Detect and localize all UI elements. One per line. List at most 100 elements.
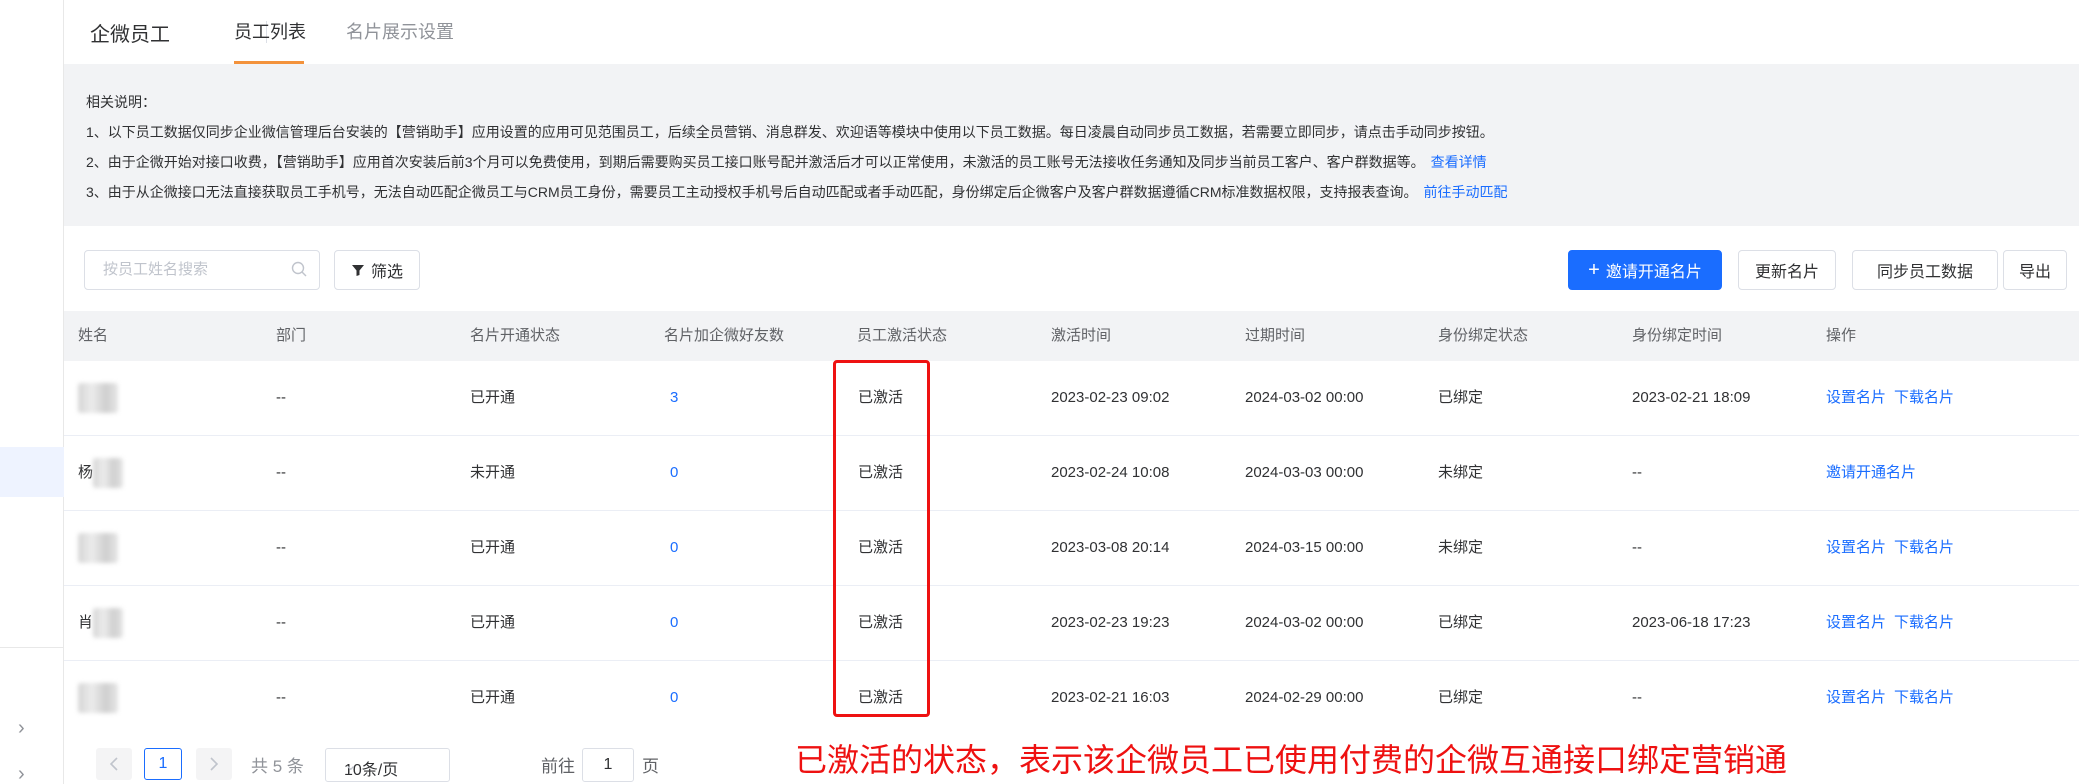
notice-line-1: 1、以下员工数据仅同步企业微信管理后台安装的【营销助手】应用设置的应用可见范围员… xyxy=(86,124,1494,140)
col-name: 姓名 xyxy=(78,327,109,344)
chevron-right-icon xyxy=(210,757,219,771)
page-size-select[interactable]: 10条/页 ⌄ xyxy=(325,748,450,782)
table-header: 姓名 部门 名片开通状态 名片加企微好友数 员工激活状态 激活时间 过期时间 身… xyxy=(64,311,2079,361)
friend-count-link[interactable]: 3 xyxy=(670,361,678,435)
bind-status-cell: 未绑定 xyxy=(1438,539,1484,556)
table-row: 杨 -- 未开通 0 已激活 2023-02-24 10:08 2024-03-… xyxy=(64,436,2079,511)
annotation-text: 已激活的状态，表示该企微员工已使用付费的企微互通接口绑定营销通 xyxy=(795,742,1788,778)
chevron-left-icon xyxy=(109,757,118,771)
col-department: 部门 xyxy=(276,327,307,344)
total-count: 共 5 条 xyxy=(251,757,304,776)
card-status-cell: 已开通 xyxy=(470,539,516,556)
update-card-button[interactable]: 更新名片 xyxy=(1738,250,1836,290)
page-number-1[interactable]: 1 xyxy=(144,748,182,780)
bind-status-cell: 已绑定 xyxy=(1438,389,1484,406)
tab-card-display-settings[interactable]: 名片展示设置 xyxy=(346,18,454,44)
download-card-link[interactable]: 下载名片 xyxy=(1894,511,1954,585)
friend-count-link[interactable]: 0 xyxy=(670,586,678,660)
bind-time-cell: -- xyxy=(1632,539,1642,556)
table-row: 肖 -- 已开通 0 已激活 2023-02-23 19:23 2024-03-… xyxy=(64,586,2079,661)
department-cell: -- xyxy=(276,464,286,481)
search-icon[interactable] xyxy=(291,261,307,277)
invite-card-button[interactable]: + 邀请开通名片 xyxy=(1568,250,1722,290)
card-status-cell: 未开通 xyxy=(470,464,516,481)
set-card-link[interactable]: 设置名片 xyxy=(1826,661,1886,735)
expires-at-cell: 2024-03-15 00:00 xyxy=(1245,539,1364,556)
employee-name xyxy=(78,511,118,585)
blurred-name xyxy=(78,683,118,714)
col-activated-at: 激活时间 xyxy=(1051,327,1112,344)
friend-count-link[interactable]: 0 xyxy=(670,661,678,735)
sync-employee-button[interactable]: 同步员工数据 xyxy=(1852,250,1998,290)
set-card-link[interactable]: 设置名片 xyxy=(1826,586,1886,660)
col-friend-count: 名片加企微好友数 xyxy=(664,327,785,344)
bind-time-cell: -- xyxy=(1632,464,1642,481)
col-card-status: 名片开通状态 xyxy=(470,327,561,344)
rail-divider xyxy=(0,647,64,648)
expires-at-cell: 2024-03-02 00:00 xyxy=(1245,389,1364,406)
next-page-button[interactable] xyxy=(196,748,232,780)
friend-count-link[interactable]: 0 xyxy=(670,511,678,585)
search-box xyxy=(84,250,320,290)
set-card-link[interactable]: 设置名片 xyxy=(1826,511,1886,585)
col-bind-time: 身份绑定时间 xyxy=(1632,327,1723,344)
employee-name: 肖 xyxy=(78,586,124,660)
manual-match-link[interactable]: 前往手动匹配 xyxy=(1424,184,1508,200)
card-status-cell: 已开通 xyxy=(470,689,516,706)
activated-at-cell: 2023-02-23 09:02 xyxy=(1051,389,1170,406)
rail-selected-item[interactable] xyxy=(0,447,64,497)
employee-name xyxy=(78,361,118,435)
goto-prefix: 前往 xyxy=(541,757,575,776)
activated-at-cell: 2023-03-08 20:14 xyxy=(1051,539,1170,556)
bind-status-cell: 已绑定 xyxy=(1438,689,1484,706)
page-title: 企微员工 xyxy=(90,24,170,46)
employee-name xyxy=(78,661,118,735)
notice-title: 相关说明： xyxy=(86,94,156,110)
bind-time-cell: 2023-02-21 18:09 xyxy=(1632,389,1751,406)
invite-card-link[interactable]: 邀请开通名片 xyxy=(1826,436,1916,510)
plus-icon: + xyxy=(1588,258,1600,281)
goto-page-input[interactable]: 1 xyxy=(582,748,634,782)
card-status-cell: 已开通 xyxy=(470,389,516,406)
bind-status-cell: 已绑定 xyxy=(1438,614,1484,631)
chevron-right-icon[interactable]: › xyxy=(18,718,25,738)
chevron-right-icon[interactable]: › xyxy=(18,764,25,784)
download-card-link[interactable]: 下载名片 xyxy=(1894,661,1954,735)
activated-at-cell: 2023-02-23 19:23 xyxy=(1051,614,1170,631)
expires-at-cell: 2024-02-29 00:00 xyxy=(1245,689,1364,706)
export-button[interactable]: 导出 xyxy=(2003,250,2067,290)
set-card-link[interactable]: 设置名片 xyxy=(1826,361,1886,435)
department-cell: -- xyxy=(276,539,286,556)
search-input[interactable] xyxy=(103,251,293,287)
chevron-down-icon: ⌄ xyxy=(344,757,358,774)
blurred-name xyxy=(93,608,124,639)
activated-at-cell: 2023-02-21 16:03 xyxy=(1051,689,1170,706)
department-cell: -- xyxy=(276,689,286,706)
col-actions: 操作 xyxy=(1826,327,1857,344)
filter-icon xyxy=(351,263,365,277)
goto-suffix: 页 xyxy=(642,757,659,776)
employee-name: 杨 xyxy=(78,436,124,510)
activated-at-cell: 2023-02-24 10:08 xyxy=(1051,464,1170,481)
bind-time-cell: 2023-06-18 17:23 xyxy=(1632,614,1751,631)
top-header: 企微员工 员工列表 名片展示设置 xyxy=(64,0,2079,64)
table-row: -- 已开通 0 已激活 2023-02-21 16:03 2024-02-29… xyxy=(64,661,2079,736)
expires-at-cell: 2024-03-02 00:00 xyxy=(1245,614,1364,631)
col-activation-status: 员工激活状态 xyxy=(857,327,948,344)
friend-count-link[interactable]: 0 xyxy=(670,436,678,510)
filter-button[interactable]: 筛选 xyxy=(334,250,420,290)
table-row: -- 已开通 0 已激活 2023-03-08 20:14 2024-03-15… xyxy=(64,511,2079,586)
blurred-name xyxy=(93,458,124,489)
bind-time-cell: -- xyxy=(1632,689,1642,706)
col-expires-at: 过期时间 xyxy=(1245,327,1306,344)
view-details-link[interactable]: 查看详情 xyxy=(1431,154,1487,170)
prev-page-button[interactable] xyxy=(96,748,132,780)
notice-box: 相关说明： 1、以下员工数据仅同步企业微信管理后台安装的【营销助手】应用设置的应… xyxy=(64,64,2079,226)
activation-highlight-box xyxy=(833,360,930,717)
tab-employee-list[interactable]: 员工列表 xyxy=(234,18,306,44)
download-card-link[interactable]: 下载名片 xyxy=(1894,586,1954,660)
download-card-link[interactable]: 下载名片 xyxy=(1894,361,1954,435)
expires-at-cell: 2024-03-03 00:00 xyxy=(1245,464,1364,481)
blurred-name xyxy=(78,383,118,414)
left-rail: › › xyxy=(0,0,64,784)
